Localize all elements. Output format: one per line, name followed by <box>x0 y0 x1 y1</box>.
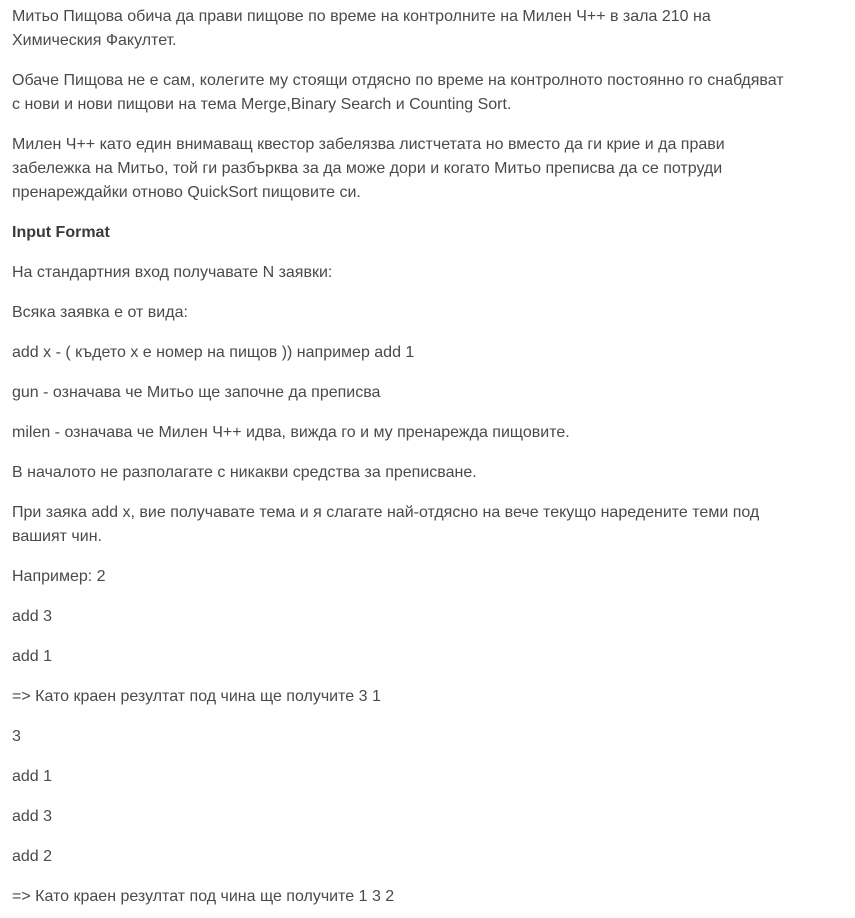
input-format-line: На стандартния вход получавате N заявки: <box>12 264 333 281</box>
input-format-line: gun - означава че Митьо ще започне да пр… <box>12 384 381 401</box>
intro-p3-line-2: забележка на Митьо, той ги разбърква за … <box>12 160 723 177</box>
input-format-heading: Input Format <box>12 224 110 241</box>
intro-p1-line-2: Химическия Факултет. <box>12 32 177 49</box>
example-line: add 3 <box>12 608 53 625</box>
example-result-line: => Като краен резултат под чина ще получ… <box>12 688 381 705</box>
intro-p2-line-1: Обаче Пищова не е сам, колегите му стоящ… <box>12 72 784 89</box>
intro-p1-line-1: Митьо Пищова обича да прави пищове по вр… <box>12 8 711 25</box>
input-format-line: В началото не разполагате с никакви сред… <box>12 464 477 481</box>
input-format-line: milen - означава че Милен Ч++ идва, вижд… <box>12 424 570 441</box>
input-format-line: Всяка заявка е от вида: <box>12 304 188 321</box>
rule-line-1: При заяка add x, вие получавате тема и я… <box>12 504 760 521</box>
intro-p2-line-2: с нови и нови пищови на тема Merge,Binar… <box>12 96 512 113</box>
example-line: add 1 <box>12 768 53 785</box>
intro-p3-line-3: пренареждайки отново QuickSort пищовите … <box>12 184 361 201</box>
example-line: 3 <box>12 728 21 745</box>
example-line: add 3 <box>12 808 53 825</box>
example-line: add 2 <box>12 848 53 865</box>
problem-statement: Митьо Пищова обича да прави пищове по вр… <box>0 0 855 918</box>
input-format-line: add x - ( където x е номер на пищов )) н… <box>12 344 415 361</box>
example-line: Например: 2 <box>12 568 106 585</box>
example-line: add 1 <box>12 648 53 665</box>
example-result-line: => Като краен резултат под чина ще получ… <box>12 888 395 905</box>
intro-p3-line-1: Милен Ч++ като един внимаващ квестор заб… <box>12 136 725 153</box>
rule-line-2: вашият чин. <box>12 528 102 545</box>
